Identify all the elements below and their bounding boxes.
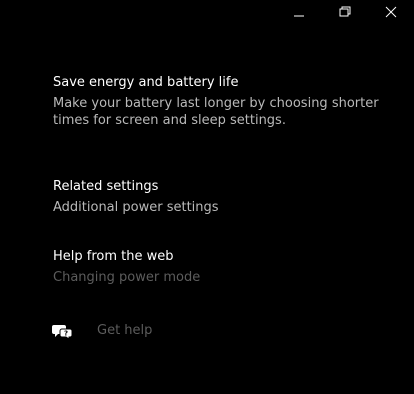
main-content: Save energy and battery life Make your b… xyxy=(52,74,398,339)
related-settings-section: Related settings Additional power settin… xyxy=(53,178,219,216)
help-web-section: Help from the web Changing power mode xyxy=(53,248,200,286)
help-web-title: Help from the web xyxy=(53,249,174,264)
restore-button[interactable] xyxy=(322,0,368,24)
save-energy-section: Save energy and battery life Make your b… xyxy=(53,74,398,129)
minimize-button[interactable] xyxy=(276,0,322,24)
title-bar xyxy=(276,0,414,24)
save-energy-description: Make your battery last longer by choosin… xyxy=(53,96,379,128)
svg-text:?: ? xyxy=(64,329,68,337)
minimize-icon xyxy=(294,15,304,17)
related-settings-title: Related settings xyxy=(53,179,159,194)
changing-power-mode-link[interactable]: Changing power mode xyxy=(53,269,200,286)
get-help-label: Get help xyxy=(97,323,153,338)
chat-help-icon: ? xyxy=(51,323,75,339)
settings-window: Save energy and battery life Make your b… xyxy=(0,0,414,394)
restore-icon xyxy=(339,6,351,17)
close-icon xyxy=(385,6,397,18)
additional-power-settings-link[interactable]: Additional power settings xyxy=(53,199,219,216)
get-help-row[interactable]: ? Get help xyxy=(51,322,152,339)
save-energy-title: Save energy and battery life xyxy=(53,75,239,90)
close-button[interactable] xyxy=(368,0,414,24)
